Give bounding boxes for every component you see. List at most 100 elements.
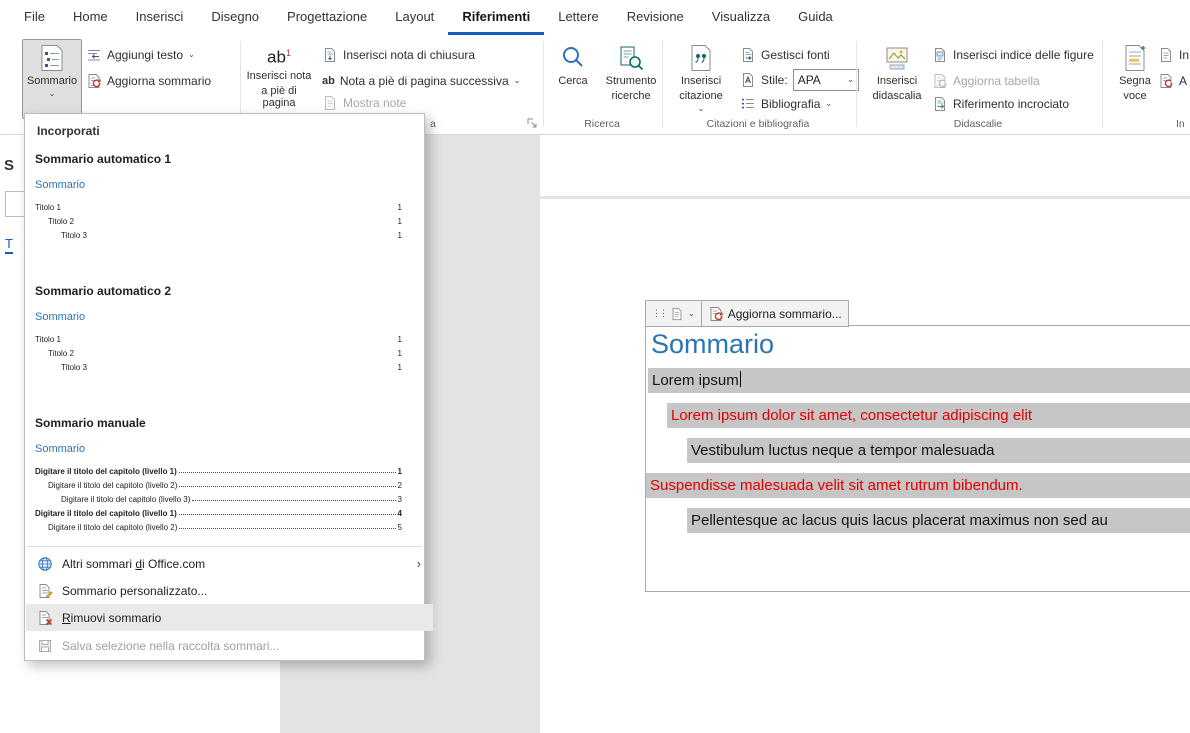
save-gallery-icon <box>37 638 53 654</box>
cross-reference-button[interactable]: Riferimento incrociato <box>932 95 1069 113</box>
menu-item-label: Salva selezione nella raccolta sommari..… <box>62 639 279 653</box>
toc-line-5-text: Pellentesque ac lacus quis lacus placera… <box>691 512 1108 529</box>
update-table-icon <box>932 73 948 89</box>
chevron-down-icon: ⌄ <box>847 76 854 84</box>
note-group-label-fragment: a <box>430 118 436 130</box>
style-icon <box>740 72 756 88</box>
footnote-ab1-icon: ab1 <box>267 44 291 67</box>
style-label: Stile: <box>761 73 788 87</box>
add-text-button[interactable]: Aggiungi testo ⌄ <box>86 45 195 65</box>
tab-lettere[interactable]: Lettere <box>544 0 612 35</box>
update-toc-button[interactable]: Aggiorna sommario <box>86 71 211 91</box>
mark-entry-label-line1: Segna <box>1119 75 1151 87</box>
toc-title[interactable]: Sommario <box>651 329 774 360</box>
navigation-tab-fragment[interactable]: T <box>5 236 13 254</box>
researcher-label-line2: ricerche <box>611 90 650 102</box>
menu-item-label: Altri sommari di Office.com <box>62 557 205 571</box>
toc-button-label: Sommario <box>27 75 77 87</box>
mark-entry-icon <box>1122 44 1148 72</box>
content-control-handle[interactable]: ⋮⋮ ⌄ <box>645 300 702 327</box>
group-divider <box>1102 41 1103 127</box>
insert-footnote-label-line2: a piè di pagina <box>246 85 312 109</box>
toc-gallery-automatic-2[interactable]: Sommario automatico 2 Sommario Titolo 11… <box>35 284 415 372</box>
update-index-icon <box>1158 73 1174 89</box>
toc-line-1-text: Lorem ipsum <box>652 372 739 389</box>
toc-dropdown-menu: Incorporati Sommario automatico 1 Sommar… <box>24 113 425 661</box>
search-label: Cerca <box>558 75 587 87</box>
tab-disegno[interactable]: Disegno <box>197 0 273 35</box>
update-toc-inline-button[interactable]: Aggiorna sommario... <box>702 300 849 327</box>
insert-index-button-partial[interactable]: In <box>1158 45 1190 65</box>
mark-entry-button[interactable]: Segna voce <box>1110 39 1160 118</box>
tab-home[interactable]: Home <box>59 0 122 35</box>
insert-citation-label-line2: citazione <box>679 90 722 102</box>
next-footnote-button[interactable]: ab Nota a piè di pagina successiva ⌄ <box>322 71 520 91</box>
search-button[interactable]: Cerca <box>550 39 596 118</box>
footnote-dialog-launcher[interactable] <box>526 117 538 129</box>
cross-reference-label: Riferimento incrociato <box>953 97 1069 111</box>
tab-layout[interactable]: Layout <box>381 0 448 35</box>
gallery-title: Sommario automatico 2 <box>35 284 415 298</box>
group-divider <box>856 41 857 127</box>
tab-file[interactable]: File <box>10 0 59 35</box>
bibliography-icon <box>740 96 756 112</box>
insert-endnote-label: Inserisci nota di chiusura <box>343 48 475 62</box>
citation-style-value: APA <box>798 73 821 87</box>
citation-style-select[interactable]: APA ⌄ <box>793 69 859 91</box>
toc-line-5[interactable]: Pellentesque ac lacus quis lacus placera… <box>687 508 1190 533</box>
insert-citation-label-line1: Inserisci <box>681 75 721 87</box>
toc-gallery-automatic-1[interactable]: Sommario automatico 1 Sommario Titolo 11… <box>35 152 415 240</box>
gallery-title: Sommario manuale <box>35 416 415 430</box>
researcher-button[interactable]: Strumento ricerche <box>600 39 662 118</box>
content-control-tab: ⋮⋮ ⌄ Aggiorna sommario... <box>645 300 849 325</box>
custom-toc-icon <box>37 583 53 599</box>
tab-guida[interactable]: Guida <box>784 0 847 35</box>
tab-inserisci[interactable]: Inserisci <box>122 0 198 35</box>
insert-caption-icon <box>884 44 910 72</box>
menu-item-label: Rimuovi sommario <box>62 611 161 625</box>
toc-line-2-text: Lorem ipsum dolor sit amet, consectetur … <box>671 407 1032 424</box>
manage-sources-icon <box>740 47 756 63</box>
tab-visualizza[interactable]: Visualizza <box>698 0 784 35</box>
page-above <box>540 135 1190 196</box>
insert-table-of-figures-button[interactable]: Inserisci indice delle figure <box>932 45 1094 65</box>
toc-line-2[interactable]: Lorem ipsum dolor sit amet, consectetur … <box>667 403 1190 428</box>
update-index-button-partial[interactable]: A <box>1158 71 1190 91</box>
update-toc-icon <box>86 73 102 89</box>
manage-sources-button[interactable]: Gestisci fonti <box>740 45 830 65</box>
toc-line-1[interactable]: Lorem ipsum <box>648 368 1190 393</box>
tab-revisione[interactable]: Revisione <box>613 0 698 35</box>
show-notes-icon <box>322 95 338 111</box>
insert-caption-button[interactable]: Inserisci didascalia <box>864 39 930 118</box>
tab-progettazione[interactable]: Progettazione <box>273 0 381 35</box>
insert-endnote-button[interactable]: Inserisci nota di chiusura <box>322 45 475 65</box>
insert-citation-button[interactable]: Inserisci citazione ⌄ <box>670 39 732 118</box>
style-row: Stile: APA ⌄ <box>740 70 859 90</box>
tab-riferimenti[interactable]: Riferimenti <box>448 0 544 35</box>
bibliography-button[interactable]: Bibliografia ⌄ <box>740 95 832 113</box>
insert-footnote-button[interactable]: ab1 Inserisci nota a piè di pagina <box>246 39 312 118</box>
toc-line-3[interactable]: Vestibulum luctus neque a tempor malesua… <box>687 438 1190 463</box>
update-toc-inline-icon <box>708 306 724 322</box>
text-cursor <box>740 371 742 387</box>
update-index-label-partial: A <box>1179 74 1187 88</box>
toc-button[interactable]: Sommario ⌄ <box>22 39 82 119</box>
menu-item-remove-toc[interactable]: Rimuovi sommario <box>26 604 433 631</box>
drag-handle-icon: ⋮⋮ <box>652 308 666 319</box>
preview-toc-heading: Sommario <box>35 443 415 455</box>
menu-item-more-tocs-office[interactable]: Altri sommari di Office.com › <box>26 550 433 577</box>
gallery-preview: Sommario Titolo 11 Titolo 21 Titolo 31 <box>35 311 415 372</box>
menu-section-header: Incorporati <box>37 124 100 138</box>
menu-item-custom-toc[interactable]: Sommario personalizzato... <box>26 577 433 604</box>
update-table-label: Aggiorna tabella <box>953 74 1040 88</box>
submenu-arrow-icon: › <box>417 556 421 571</box>
navigation-pane-title-fragment: S <box>4 157 14 174</box>
next-footnote-icon: ab <box>322 75 335 87</box>
toc-field-icon <box>670 307 684 321</box>
search-group-label: Ricerca <box>545 118 659 130</box>
menu-item-save-selection: Salva selezione nella raccolta sommari..… <box>26 632 433 659</box>
update-table-button: Aggiorna tabella <box>932 71 1040 91</box>
toc-line-4[interactable]: Suspendisse malesuada velit sit amet rut… <box>646 473 1190 498</box>
chevron-down-icon: ⌄ <box>698 105 705 113</box>
toc-gallery-manual[interactable]: Sommario manuale Sommario Digitare il ti… <box>35 416 415 532</box>
